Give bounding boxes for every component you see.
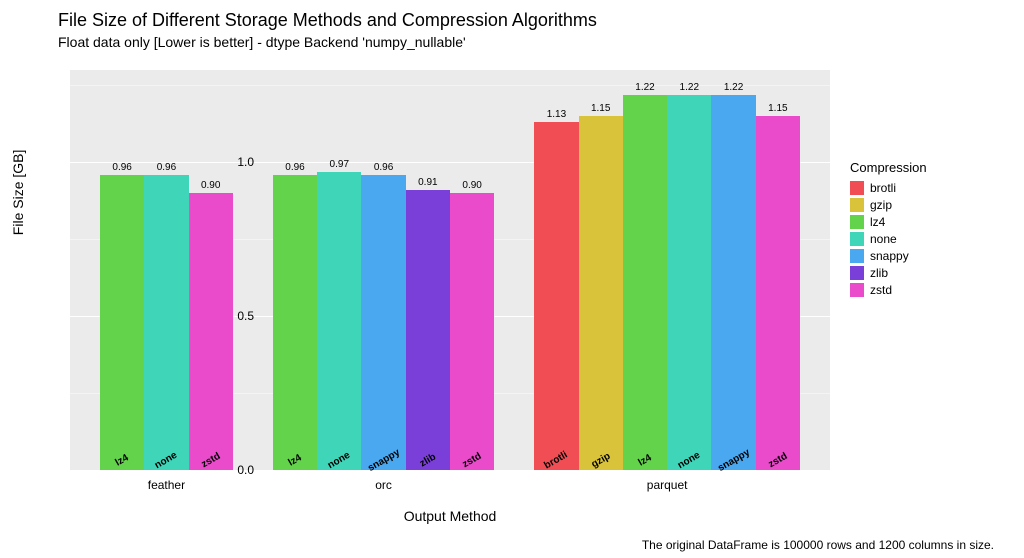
legend-swatch <box>850 283 864 297</box>
legend-label: zlib <box>870 266 888 280</box>
legend-item-gzip: gzip <box>850 198 927 212</box>
bar-parquet-none <box>667 95 711 470</box>
x-group-label-parquet: parquet <box>647 478 688 492</box>
legend-swatch <box>850 215 864 229</box>
bar-feather-lz4 <box>100 175 144 470</box>
bar-value-label: 0.96 <box>374 162 393 173</box>
legend-swatch <box>850 266 864 280</box>
bar-orc-zstd <box>450 193 494 470</box>
x-group-label-feather: feather <box>148 478 185 492</box>
bar-value-label: 0.90 <box>462 180 481 191</box>
legend-title: Compression <box>850 160 927 175</box>
chart-subtitle: Float data only [Lower is better] - dtyp… <box>58 34 466 50</box>
legend-label: snappy <box>870 249 909 263</box>
bar-value-label: 1.22 <box>724 82 743 93</box>
bar-parquet-lz4 <box>623 95 667 470</box>
bar-parquet-brotli <box>534 122 578 470</box>
chart-caption: The original DataFrame is 100000 rows an… <box>642 538 994 552</box>
y-tick-label: 1.0 <box>237 155 254 169</box>
legend-item-zstd: zstd <box>850 283 927 297</box>
legend-item-none: none <box>850 232 927 246</box>
gridline <box>70 470 830 471</box>
y-axis-label: File Size [GB] <box>10 150 26 236</box>
bar-parquet-zstd <box>756 116 800 470</box>
bar-orc-lz4 <box>273 175 317 470</box>
bar-orc-none <box>317 172 361 470</box>
bar-value-label: 1.13 <box>547 109 566 120</box>
bar-value-label: 1.22 <box>680 82 699 93</box>
chart-title: File Size of Different Storage Methods a… <box>58 10 597 31</box>
legend-swatch <box>850 232 864 246</box>
legend-swatch <box>850 249 864 263</box>
legend-label: none <box>870 232 897 246</box>
gridline-minor <box>70 85 830 86</box>
bar-value-label: 0.97 <box>330 159 349 170</box>
legend-label: brotli <box>870 181 896 195</box>
bar-value-label: 1.22 <box>635 82 654 93</box>
bar-value-label: 0.96 <box>285 162 304 173</box>
chart-container: File Size of Different Storage Methods a… <box>0 0 1024 558</box>
bar-value-label: 1.15 <box>768 103 787 114</box>
bar-orc-snappy <box>361 175 405 470</box>
y-tick-label: 0.5 <box>237 309 254 323</box>
legend-label: zstd <box>870 283 892 297</box>
legend-item-snappy: snappy <box>850 249 927 263</box>
bar-orc-zlib <box>406 190 450 470</box>
bar-parquet-snappy <box>711 95 755 470</box>
legend-item-zlib: zlib <box>850 266 927 280</box>
legend-label: gzip <box>870 198 892 212</box>
bar-parquet-gzip <box>579 116 623 470</box>
bar-value-label: 1.15 <box>591 103 610 114</box>
bar-value-label: 0.96 <box>157 162 176 173</box>
bar-value-label: 0.90 <box>201 180 220 191</box>
legend-item-lz4: lz4 <box>850 215 927 229</box>
x-group-label-orc: orc <box>375 478 392 492</box>
legend-swatch <box>850 181 864 195</box>
y-tick-label: 0.0 <box>237 463 254 477</box>
legend: Compression brotli gzip lz4 none snappy zlib z… <box>850 160 927 300</box>
bar-feather-zstd <box>189 193 233 470</box>
bar-value-label: 0.96 <box>112 162 131 173</box>
bar-feather-none <box>144 175 188 470</box>
plot-area: 0.96lz40.96none0.90zstd0.96lz40.97none0.… <box>70 70 830 470</box>
x-axis-label: Output Method <box>70 508 830 524</box>
legend-swatch <box>850 198 864 212</box>
legend-label: lz4 <box>870 215 885 229</box>
legend-item-brotli: brotli <box>850 181 927 195</box>
bar-value-label: 0.91 <box>418 177 437 188</box>
